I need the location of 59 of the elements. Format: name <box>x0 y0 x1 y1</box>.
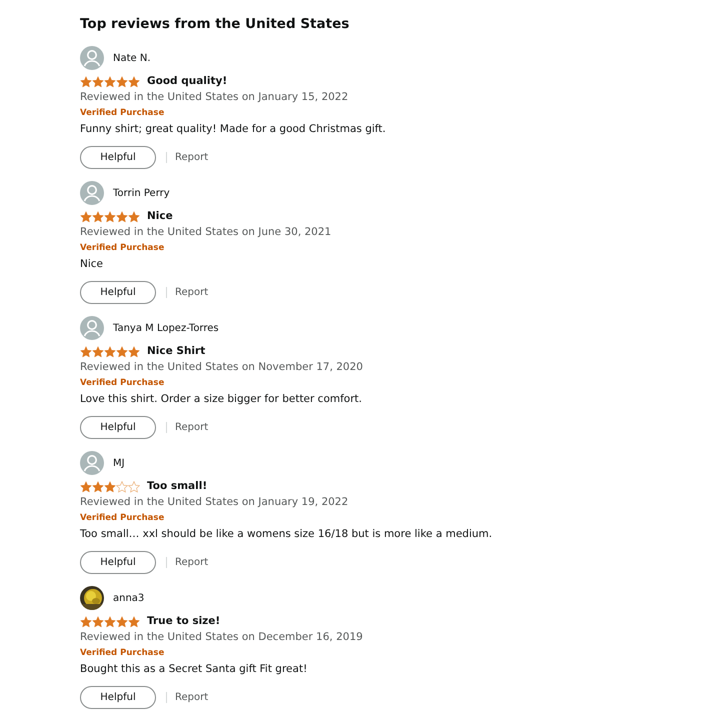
report-link[interactable]: Report <box>175 420 208 435</box>
helpful-button[interactable]: Helpful <box>80 146 156 169</box>
review-date: Reviewed in the United States on June 30, 2021 <box>80 225 332 240</box>
review-title[interactable]: Good quality! <box>147 74 228 90</box>
star-icon <box>80 210 92 222</box>
review-date: Reviewed in the United States on December 16, 2019 <box>80 630 364 645</box>
reviewer-name[interactable]: MJ <box>113 456 125 470</box>
review-date: Reviewed in the United States on November 17, 2020 <box>80 360 364 375</box>
helpful-button[interactable]: Helpful <box>80 416 156 439</box>
star-icon <box>128 346 140 358</box>
verified-label: Verified Purchase <box>80 242 166 255</box>
verified-label: Verified Purchase <box>80 512 166 525</box>
star-icon <box>92 480 104 492</box>
star-icon <box>80 480 92 492</box>
star-icon <box>92 76 104 88</box>
star-icon <box>104 346 116 358</box>
star-icon <box>92 616 104 628</box>
review-date: Reviewed in the United States on January 19, 2022 <box>80 495 350 510</box>
report-link[interactable]: Report <box>175 690 208 705</box>
star-icon <box>92 210 104 222</box>
review-title[interactable]: Too small! <box>147 478 208 494</box>
star-icon <box>104 480 116 492</box>
star-icon <box>116 210 128 222</box>
report-link[interactable]: Report <box>175 555 208 570</box>
verified-label: Verified Purchase <box>80 377 166 390</box>
review-text: Nice <box>80 257 104 272</box>
review-text: Too small… xxl should be like a womens size 16/18 but is more like a medium. <box>80 527 494 542</box>
reviewer-name[interactable]: Tanya M Lopez-Torres <box>113 320 219 336</box>
report-link[interactable]: Report <box>175 285 208 300</box>
star-icon <box>116 616 128 628</box>
verified-label: Verified Purchase <box>80 647 166 660</box>
helpful-button[interactable]: Helpful <box>80 551 156 574</box>
star-icon <box>92 346 104 358</box>
review-text: Funny shirt; great quality! Made for a good Christmas gift. <box>80 122 387 137</box>
star-icon <box>104 616 116 628</box>
reviewer-name[interactable]: Nate N. <box>113 50 151 66</box>
review-title[interactable]: Nice Shirt <box>147 344 206 360</box>
star-icon <box>128 76 140 88</box>
reviewer-name[interactable]: anna3 <box>113 590 144 606</box>
helpful-button[interactable]: Helpful <box>80 281 156 304</box>
star-icon <box>116 346 128 358</box>
star-icon <box>104 76 116 88</box>
star-icon <box>80 616 92 628</box>
star-icon <box>128 616 140 628</box>
star-icon <box>104 210 116 222</box>
verified-label: Verified Purchase <box>80 107 166 120</box>
helpful-button[interactable]: Helpful <box>80 686 156 709</box>
star-icon <box>80 76 92 88</box>
review-text: Bought this as a Secret Santa gift Fit great! <box>80 662 308 677</box>
review-date: Reviewed in the United States on January 15, 2022 <box>80 90 350 105</box>
review-title[interactable]: Nice <box>147 208 173 224</box>
star-icon <box>80 346 92 358</box>
star-icon <box>116 76 128 88</box>
review-text: Love this shirt. Order a size bigger for better comfort. <box>80 392 363 407</box>
review-title[interactable]: True to size! <box>147 614 220 630</box>
section-heading: Top reviews from the United States <box>80 15 350 33</box>
report-link[interactable]: Report <box>175 150 208 165</box>
reviewer-name[interactable]: Torrin Perry <box>113 186 170 200</box>
star-icon <box>128 210 140 222</box>
